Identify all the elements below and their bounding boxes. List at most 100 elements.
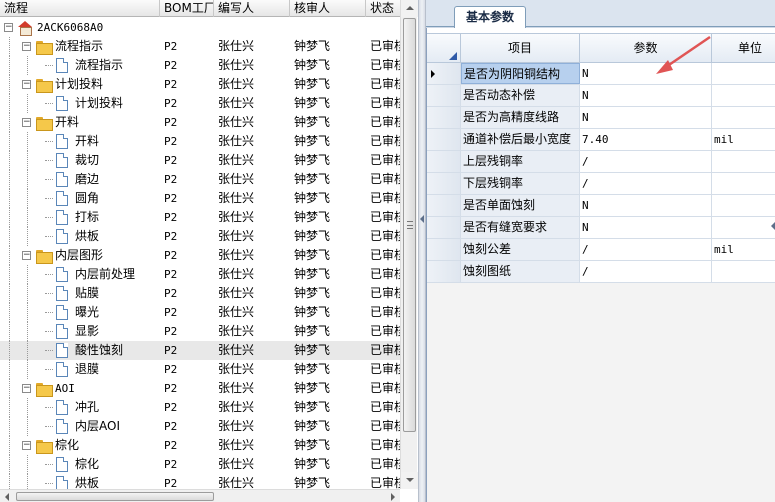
scroll-up-arrow-icon[interactable]	[401, 0, 418, 17]
parameter-row[interactable]: 蚀刻公差 / mil	[427, 239, 775, 261]
scroll-down-arrow-icon[interactable]	[401, 472, 418, 489]
parameter-row[interactable]: 通道补偿后最小宽度 7.40 mil	[427, 129, 775, 151]
parameter-value-cell[interactable]: N	[580, 63, 712, 84]
tree-row[interactable]: 烘板 P2 张仕兴 钟梦飞 已审核	[0, 227, 406, 246]
tree-horizontal-scrollbar[interactable]	[0, 489, 400, 502]
collapse-toggle-icon[interactable]: −	[22, 384, 31, 393]
tree-node[interactable]: − 流程指示	[0, 37, 160, 56]
tree-row[interactable]: 内层AOI P2 张仕兴 钟梦飞 已审核	[0, 417, 406, 436]
parameter-row[interactable]: 上层残铜率 /	[427, 151, 775, 173]
collapse-toggle-icon[interactable]: −	[22, 251, 31, 260]
tree-node[interactable]: 显影	[0, 322, 160, 341]
tree-row[interactable]: 开料 P2 张仕兴 钟梦飞 已审核	[0, 132, 406, 151]
parameter-row[interactable]: 是否动态补偿 N	[427, 85, 775, 107]
tree-node[interactable]: 酸性蚀刻	[0, 341, 160, 360]
tree-row[interactable]: − 2ACK6068A0	[0, 18, 400, 37]
tree-node[interactable]: 棕化	[0, 455, 160, 474]
tree-row[interactable]: 计划投料 P2 张仕兴 钟梦飞 已审核	[0, 94, 406, 113]
tree-row[interactable]: 显影 P2 张仕兴 钟梦飞 已审核	[0, 322, 406, 341]
parameter-value-cell[interactable]: /	[580, 239, 712, 260]
collapse-toggle-icon[interactable]: −	[22, 80, 31, 89]
row-indicator[interactable]	[427, 217, 461, 238]
column-header-bom-factory[interactable]: BOM工厂	[160, 0, 214, 17]
tree-node[interactable]: 磨边	[0, 170, 160, 189]
panel-splitter[interactable]	[418, 0, 426, 502]
collapse-right-arrow-icon[interactable]	[771, 222, 775, 230]
tree-row[interactable]: 退膜 P2 张仕兴 钟梦飞 已审核	[0, 360, 406, 379]
tree-node[interactable]: − 内层图形	[0, 246, 160, 265]
parameter-row[interactable]: 是否单面蚀刻 N	[427, 195, 775, 217]
tree-node[interactable]: − 开料	[0, 113, 160, 132]
parameter-value-cell[interactable]: N	[580, 85, 712, 106]
column-header-reviewer[interactable]: 核审人	[290, 0, 366, 17]
process-tree-grid[interactable]: 流程 BOM工厂 编写人 核审人 状态 −2ACK6068A0− 流程指示 P2 张仕…	[0, 0, 418, 502]
tree-row[interactable]: 流程指示 P2 张仕兴 钟梦飞 已审核	[0, 56, 406, 75]
parameter-row[interactable]: 下层残铜率 /	[427, 173, 775, 195]
row-indicator[interactable]	[427, 173, 461, 194]
tree-row[interactable]: 曝光 P2 张仕兴 钟梦飞 已审核	[0, 303, 406, 322]
parameter-value-cell[interactable]: /	[580, 173, 712, 194]
parameter-row[interactable]: 是否有缝宽要求 N	[427, 217, 775, 239]
column-header-flow[interactable]: 流程	[0, 0, 160, 17]
row-indicator[interactable]	[427, 195, 461, 216]
tree-node[interactable]: 冲孔	[0, 398, 160, 417]
row-indicator[interactable]	[427, 63, 461, 84]
tree-row[interactable]: − 棕化 P2 张仕兴 钟梦飞 已审核	[0, 436, 406, 455]
row-indicator[interactable]	[427, 261, 461, 282]
parameter-value-cell[interactable]: /	[580, 151, 712, 172]
tree-row[interactable]: − AOI P2 张仕兴 钟梦飞 已审核	[0, 379, 406, 398]
tree-node[interactable]: 退膜	[0, 360, 160, 379]
tree-node[interactable]: 内层前处理	[0, 265, 160, 284]
tree-node[interactable]: − 2ACK6068A0	[0, 18, 160, 37]
tree-row[interactable]: − 计划投料 P2 张仕兴 钟梦飞 已审核	[0, 75, 406, 94]
row-indicator[interactable]	[427, 239, 461, 260]
row-indicator[interactable]	[427, 129, 461, 150]
parameter-value-cell[interactable]: N	[580, 217, 712, 238]
tree-row[interactable]: 贴膜 P2 张仕兴 钟梦飞 已审核	[0, 284, 406, 303]
parameter-row[interactable]: 是否为高精度线路 N	[427, 107, 775, 129]
parameter-row[interactable]: 蚀刻图纸 /	[427, 261, 775, 283]
collapse-toggle-icon[interactable]: −	[22, 42, 31, 51]
tree-row[interactable]: 圆角 P2 张仕兴 钟梦飞 已审核	[0, 189, 406, 208]
select-all-corner[interactable]	[427, 34, 461, 63]
collapse-left-arrow-icon[interactable]	[420, 215, 424, 223]
tree-node[interactable]: 计划投料	[0, 94, 160, 113]
tree-node[interactable]: 开料	[0, 132, 160, 151]
collapse-toggle-icon[interactable]: −	[4, 23, 13, 32]
scroll-left-arrow-icon[interactable]	[0, 490, 15, 502]
tree-node[interactable]: 圆角	[0, 189, 160, 208]
tree-node[interactable]: 贴膜	[0, 284, 160, 303]
tree-row[interactable]: 内层前处理 P2 张仕兴 钟梦飞 已审核	[0, 265, 406, 284]
parameter-value-cell[interactable]: /	[580, 261, 712, 282]
row-indicator[interactable]	[427, 85, 461, 106]
collapse-toggle-icon[interactable]: −	[22, 441, 31, 450]
column-header-unit[interactable]: 单位	[712, 34, 775, 63]
parameter-value-cell[interactable]: N	[580, 195, 712, 216]
tree-node[interactable]: 流程指示	[0, 56, 160, 75]
tree-node[interactable]: 烘板	[0, 227, 160, 246]
column-header-parameter[interactable]: 参数	[580, 34, 712, 63]
tree-node[interactable]: 打标	[0, 208, 160, 227]
scrollbar-thumb[interactable]	[16, 492, 214, 501]
tree-row[interactable]: 打标 P2 张仕兴 钟梦飞 已审核	[0, 208, 406, 227]
tree-row[interactable]: 酸性蚀刻 P2 张仕兴 钟梦飞 已审核	[0, 341, 406, 360]
tree-node[interactable]: − 计划投料	[0, 75, 160, 94]
tree-row[interactable]: − 流程指示 P2 张仕兴 钟梦飞 已审核	[0, 37, 406, 56]
tree-node[interactable]: − 棕化	[0, 436, 160, 455]
parameter-value-cell[interactable]: 7.40	[580, 129, 712, 150]
tree-row[interactable]: − 开料 P2 张仕兴 钟梦飞 已审核	[0, 113, 406, 132]
column-header-item[interactable]: 项目	[461, 34, 580, 63]
parameter-grid[interactable]: 项目 参数 单位 是否为阴阳铜结构 N 是否动态补偿 N 是否为高精度线路 N 通道补偿后最…	[426, 28, 775, 502]
row-indicator[interactable]	[427, 151, 461, 172]
tree-row[interactable]: 磨边 P2 张仕兴 钟梦飞 已审核	[0, 170, 406, 189]
tree-row[interactable]: 裁切 P2 张仕兴 钟梦飞 已审核	[0, 151, 406, 170]
parameter-row[interactable]: 是否为阴阳铜结构 N	[427, 63, 775, 85]
scroll-right-arrow-icon[interactable]	[385, 490, 400, 502]
tree-row[interactable]: − 内层图形 P2 张仕兴 钟梦飞 已审核	[0, 246, 406, 265]
tree-node[interactable]: 内层AOI	[0, 417, 160, 436]
tree-vertical-scrollbar[interactable]	[400, 0, 418, 489]
scrollbar-thumb[interactable]	[403, 18, 416, 432]
collapse-toggle-icon[interactable]: −	[22, 118, 31, 127]
column-header-writer[interactable]: 编写人	[214, 0, 290, 17]
tab-basic-parameters[interactable]: 基本参数	[454, 6, 527, 28]
